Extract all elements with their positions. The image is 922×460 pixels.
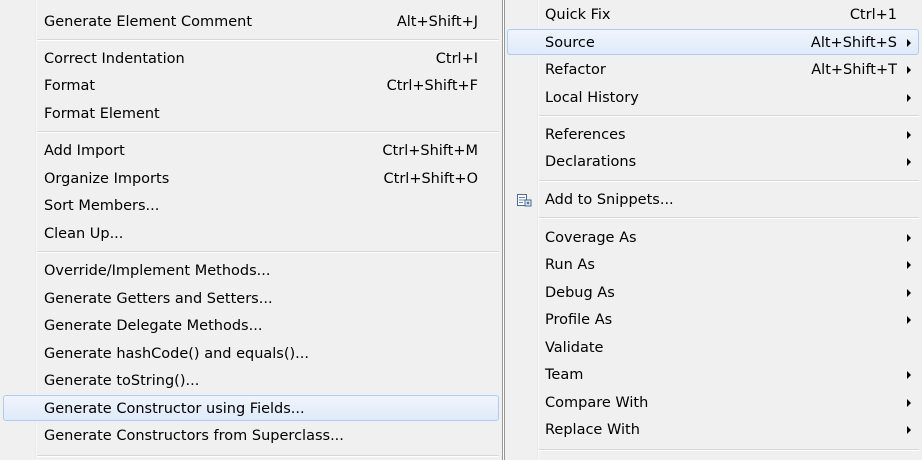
menu-item-sort-members[interactable]: Sort Members... [3, 192, 499, 218]
menu-item-generate-getters-setters[interactable]: Generate Getters and Setters... [3, 285, 499, 311]
menu-item-label: Sort Members... [44, 198, 160, 214]
menu-item-shortcut: Ctrl+Shift+O [383, 171, 478, 187]
menu-item-replace-with[interactable]: Replace With [507, 416, 919, 442]
menu-item-references[interactable]: References [507, 121, 919, 147]
menu-item-team[interactable]: Team [507, 361, 919, 387]
menu-item-label: Format [44, 78, 96, 94]
menu-item-shortcut: Ctrl+1 [849, 7, 897, 23]
menu-item-label: Generate toString()... [44, 373, 200, 389]
menu-item-format[interactable]: Format Ctrl+Shift+F [3, 72, 499, 98]
menu-separator [37, 131, 499, 133]
menu-item-shortcut: Alt+Shift+J [396, 14, 478, 30]
menu-item-label: Organize Imports [44, 171, 170, 187]
menu-item-label: Format Element [44, 106, 160, 122]
menu-item-label: Declarations [545, 154, 637, 170]
context-menu: Quick Fix Ctrl+1 Source Alt+Shift+S Refa… [504, 0, 922, 460]
menu-item-label: Source [545, 35, 595, 51]
menu-separator [37, 39, 499, 41]
menu-item-generate-tostring[interactable]: Generate toString()... [3, 367, 499, 393]
menu-item-label: Generate Constructor using Fields... [44, 401, 305, 417]
submenu-arrow-icon [907, 399, 911, 407]
menu-item-correct-indentation[interactable]: Correct Indentation Ctrl+I [3, 45, 499, 71]
menu-item-label: Override/Implement Methods... [44, 263, 271, 279]
submenu-arrow-icon [907, 261, 911, 269]
menu-item-generate-hashcode-equals[interactable]: Generate hashCode() and equals()... [3, 340, 499, 366]
menu-separator [539, 180, 919, 182]
submenu-arrow-icon [907, 316, 911, 324]
menu-item-label: Generate hashCode() and equals()... [44, 346, 310, 362]
source-submenu: Generate Element Comment Alt+Shift+J Cor… [0, 0, 503, 460]
menu-item-shortcut: Ctrl+Shift+F [386, 78, 478, 94]
submenu-arrow-icon [907, 234, 911, 242]
menu-separator [539, 115, 919, 117]
menu-item-label: Local History [545, 90, 639, 106]
menu-item-label: Add to Snippets... [545, 192, 674, 208]
menu-item-format-element[interactable]: Format Element [3, 100, 499, 126]
menu-item-label: Refactor [545, 62, 606, 78]
menu-item-label: Compare With [545, 395, 649, 411]
menu-item-refactor[interactable]: Refactor Alt+Shift+T [507, 56, 919, 82]
menu-item-generate-constructor-using-fields[interactable]: Generate Constructor using Fields... [3, 395, 499, 421]
submenu-arrow-icon [907, 426, 911, 434]
menu-item-label: Run As [545, 257, 595, 273]
menu-separator [539, 217, 919, 219]
menu-item-source[interactable]: Source Alt+Shift+S [507, 29, 919, 55]
menu-separator [539, 449, 919, 451]
menu-item-label: Team [545, 367, 584, 383]
submenu-arrow-icon [907, 94, 911, 102]
menu-item-label: Generate Element Comment [44, 14, 253, 30]
menu-item-run-as[interactable]: Run As [507, 251, 919, 277]
menu-item-label: Generate Getters and Setters... [44, 291, 273, 307]
submenu-arrow-icon [907, 66, 911, 74]
menu-item-label: Clean Up... [44, 226, 124, 242]
menu-item-coverage-as[interactable]: Coverage As [507, 224, 919, 250]
menu-separator [37, 455, 499, 457]
menu-item-validate[interactable]: Validate [507, 334, 919, 360]
menu-item-local-history[interactable]: Local History [507, 84, 919, 110]
menu-item-shortcut: Ctrl+I [435, 51, 478, 67]
menu-item-organize-imports[interactable]: Organize Imports Ctrl+Shift+O [3, 165, 499, 191]
menu-item-shortcut: Ctrl+Shift+M [382, 143, 478, 159]
menu-item-label: Generate Delegate Methods... [44, 318, 263, 334]
menu-item-override-implement-methods[interactable]: Override/Implement Methods... [3, 257, 499, 283]
submenu-arrow-icon [907, 131, 911, 139]
menu-item-generate-constructors-from-superclass[interactable]: Generate Constructors from Superclass... [3, 422, 499, 448]
menu-item-generate-element-comment[interactable]: Generate Element Comment Alt+Shift+J [3, 8, 499, 34]
submenu-arrow-icon [907, 39, 911, 47]
menu-item-quick-fix[interactable]: Quick Fix Ctrl+1 [507, 1, 919, 27]
submenu-arrow-icon [907, 371, 911, 379]
menu-item-label: Quick Fix [545, 7, 611, 23]
menu-item-label: Add Import [44, 143, 125, 159]
menu-item-label: Validate [545, 340, 604, 356]
menu-item-shortcut: Alt+Shift+S [810, 35, 897, 51]
menu-item-label: Replace With [545, 422, 640, 438]
menu-item-generate-delegate-methods[interactable]: Generate Delegate Methods... [3, 312, 499, 338]
menu-item-profile-as[interactable]: Profile As [507, 306, 919, 332]
menu-item-label: Coverage As [545, 230, 637, 246]
menu-item-label: References [545, 127, 626, 143]
menu-item-declarations[interactable]: Declarations [507, 148, 919, 174]
menu-item-compare-with[interactable]: Compare With [507, 389, 919, 415]
menu-item-label: Profile As [545, 312, 613, 328]
menu-item-debug-as[interactable]: Debug As [507, 279, 919, 305]
menu-separator [37, 251, 499, 253]
menu-item-add-to-snippets[interactable]: Add to Snippets... [507, 186, 919, 212]
menu-item-shortcut: Alt+Shift+T [811, 62, 897, 78]
submenu-arrow-icon [907, 158, 911, 166]
menu-item-label: Generate Constructors from Superclass... [44, 428, 344, 444]
menu-item-add-import[interactable]: Add Import Ctrl+Shift+M [3, 137, 499, 163]
submenu-arrow-icon [907, 289, 911, 297]
menu-item-label: Debug As [545, 285, 615, 301]
menu-item-label: Correct Indentation [44, 51, 185, 67]
menu-item-clean-up[interactable]: Clean Up... [3, 220, 499, 246]
snippet-icon [517, 194, 532, 207]
